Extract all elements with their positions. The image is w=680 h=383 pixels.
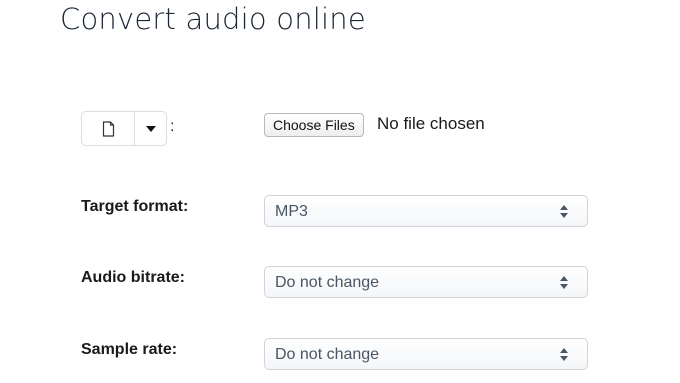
audio-bitrate-value: Do not change — [275, 274, 380, 291]
upload-label-colon: : — [170, 118, 175, 135]
caret-down-icon — [145, 125, 156, 132]
sample-rate-select[interactable]: Do not change — [264, 338, 588, 370]
select-arrows-icon — [560, 205, 568, 218]
file-source-button[interactable] — [82, 112, 134, 145]
upload-source-group — [81, 111, 167, 146]
file-status-text: No file chosen — [377, 114, 485, 133]
file-icon — [102, 120, 114, 137]
audio-bitrate-select[interactable]: Do not change — [264, 266, 588, 298]
target-format-value: MP3 — [275, 203, 308, 220]
select-arrows-icon — [560, 276, 568, 289]
choose-files-button[interactable]: Choose Files — [264, 113, 364, 137]
page-title: Convert audio online — [60, 2, 366, 36]
sample-rate-label: Sample rate: — [81, 341, 178, 358]
source-dropdown-toggle[interactable] — [134, 112, 166, 145]
sample-rate-value: Do not change — [275, 346, 380, 363]
select-arrows-icon — [560, 348, 568, 361]
target-format-select[interactable]: MP3 — [264, 195, 588, 227]
target-format-label: Target format: — [81, 198, 189, 215]
audio-bitrate-label: Audio bitrate: — [81, 269, 185, 286]
